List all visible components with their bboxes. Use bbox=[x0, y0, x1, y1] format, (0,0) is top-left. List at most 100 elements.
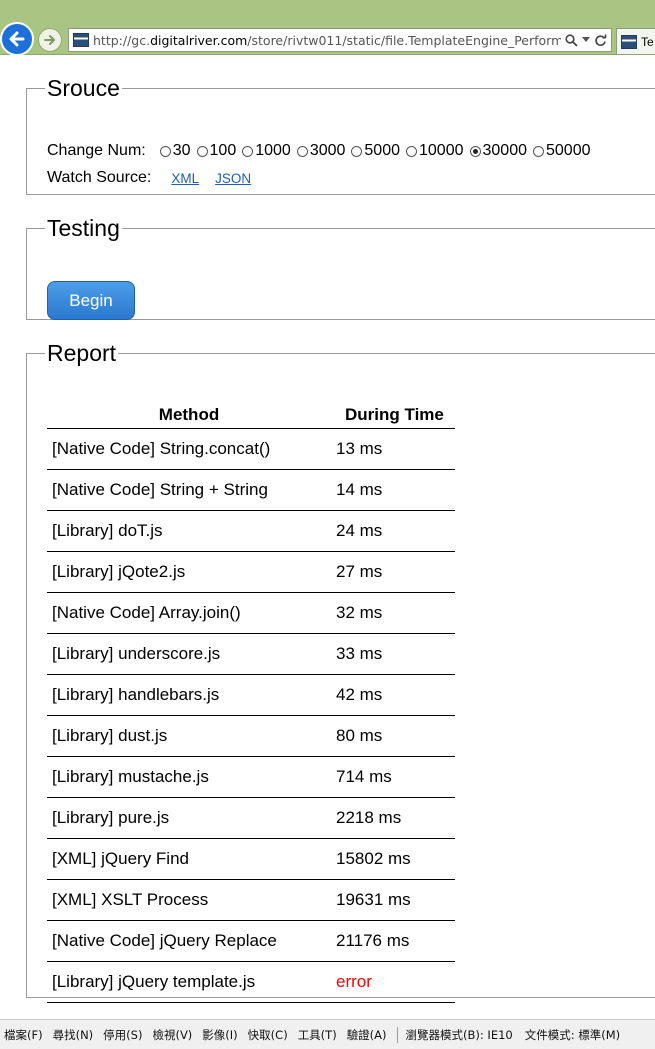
menu-item[interactable]: 影像(I) bbox=[202, 1027, 237, 1043]
method-cell: [XML] jQuery Find bbox=[47, 838, 331, 880]
radio-unchecked-icon[interactable] bbox=[296, 145, 308, 157]
method-cell: [Native Code] jQuery Replace bbox=[47, 920, 331, 962]
report-fieldset: Report Method During Time [Native Code] … bbox=[26, 340, 655, 1003]
report-row: [Native Code] Array.join() 32 ms bbox=[47, 592, 455, 634]
time-cell: 15802 ms bbox=[331, 838, 455, 880]
radio-unchecked-icon[interactable] bbox=[351, 145, 363, 157]
source-fieldset: Srouce Change Num: 30 100 1000 3000 5000 1000… bbox=[26, 75, 655, 195]
menu-item[interactable]: 檔案(F) bbox=[4, 1027, 43, 1043]
time-cell: 2218 ms bbox=[331, 797, 455, 839]
radio-checked-icon[interactable] bbox=[469, 145, 481, 157]
change-num-row: Change Num: 30 100 1000 3000 5000 10000 30000 5… bbox=[47, 142, 597, 160]
report-row: [Library] mustache.js 714 ms bbox=[47, 756, 455, 798]
radio-unchecked-icon[interactable] bbox=[159, 145, 171, 157]
report-row: [XML] XSLT Process 19631 ms bbox=[47, 879, 455, 921]
radio-unchecked-icon[interactable] bbox=[196, 145, 208, 157]
time-cell: 13 ms bbox=[331, 428, 455, 470]
menu-status-item[interactable]: 文件模式: 標準(M) bbox=[525, 1027, 620, 1043]
method-cell: [Native Code] String.concat() bbox=[47, 428, 331, 470]
testing-fieldset: Testing Begin bbox=[26, 215, 655, 320]
address-bar[interactable]: http://gc.digitalriver.com/store/rivtw01… bbox=[68, 28, 612, 52]
address-tools bbox=[561, 33, 611, 47]
time-cell: 33 ms bbox=[331, 633, 455, 675]
change-num-option[interactable]: 50000 bbox=[533, 142, 591, 160]
menu-divider bbox=[396, 1026, 398, 1043]
time-cell: 21176 ms bbox=[331, 920, 455, 962]
change-num-option[interactable]: 5000 bbox=[351, 142, 400, 160]
change-num-option[interactable]: 100 bbox=[196, 142, 237, 160]
menu-item[interactable]: 停用(S) bbox=[103, 1027, 142, 1043]
method-cell: [Library] pure.js bbox=[47, 797, 331, 839]
during-time-header: During Time bbox=[331, 402, 455, 429]
change-num-option-label: 50000 bbox=[546, 142, 591, 159]
refresh-icon[interactable] bbox=[594, 34, 607, 47]
radio-unchecked-icon[interactable] bbox=[242, 145, 254, 157]
xml-link[interactable]: XML bbox=[171, 171, 199, 186]
method-cell: [XML] XSLT Process bbox=[47, 879, 331, 921]
arrow-right-icon bbox=[44, 35, 55, 45]
tab-label: Te bbox=[641, 34, 654, 49]
tab-favicon-icon bbox=[621, 34, 637, 49]
method-cell: [Library] dust.js bbox=[47, 715, 331, 757]
time-cell: 42 ms bbox=[331, 674, 455, 716]
report-row: [Library] handlebars.js 42 ms bbox=[47, 674, 455, 716]
method-cell: [Library] underscore.js bbox=[47, 633, 331, 675]
site-favicon-icon bbox=[73, 33, 89, 47]
menu-item[interactable]: 檢視(V) bbox=[152, 1027, 192, 1043]
menu-item[interactable]: 尋找(N) bbox=[53, 1027, 94, 1043]
change-num-option[interactable]: 30000 bbox=[469, 142, 528, 160]
url-text[interactable]: http://gc.digitalriver.com/store/rivtw01… bbox=[93, 33, 561, 48]
time-cell: 14 ms bbox=[331, 469, 455, 511]
change-num-option[interactable]: 1000 bbox=[242, 142, 291, 160]
chevron-down-icon[interactable] bbox=[582, 37, 590, 43]
time-cell: error bbox=[331, 961, 455, 1003]
method-cell: [Native Code] Array.join() bbox=[47, 592, 331, 634]
watch-source-label: Watch Source: bbox=[47, 169, 152, 186]
time-cell: 27 ms bbox=[331, 551, 455, 593]
change-num-option-label: 30000 bbox=[482, 142, 528, 159]
method-cell: [Library] doT.js bbox=[47, 510, 331, 552]
source-legend: Srouce bbox=[47, 75, 120, 101]
time-cell: 80 ms bbox=[331, 715, 455, 757]
search-icon[interactable] bbox=[565, 33, 578, 47]
forward-button[interactable] bbox=[38, 28, 62, 52]
method-cell: [Library] mustache.js bbox=[47, 756, 331, 798]
report-row: [Library] doT.js 24 ms bbox=[47, 510, 455, 552]
report-row: [Library] pure.js 2218 ms bbox=[47, 797, 455, 839]
report-row: [Library] jQote2.js 27 ms bbox=[47, 551, 455, 593]
back-button[interactable] bbox=[0, 22, 34, 56]
testing-legend: Testing bbox=[47, 215, 120, 241]
report-row: [Native Code] jQuery Replace 21176 ms bbox=[47, 920, 455, 962]
change-num-option[interactable]: 10000 bbox=[406, 142, 464, 160]
change-num-option-label: 3000 bbox=[309, 142, 346, 159]
report-legend: Report bbox=[47, 340, 117, 366]
begin-button[interactable]: Begin bbox=[47, 281, 135, 320]
change-num-option-label: 5000 bbox=[364, 142, 400, 159]
report-header-row: Method During Time bbox=[47, 402, 455, 429]
time-cell: 32 ms bbox=[331, 592, 455, 634]
change-num-option-label: 1000 bbox=[255, 142, 291, 159]
method-header: Method bbox=[47, 402, 331, 429]
report-table: Method During Time [Native Code] String.… bbox=[47, 402, 455, 1003]
radio-unchecked-icon[interactable] bbox=[533, 145, 544, 157]
browser-tab[interactable]: Te bbox=[616, 28, 655, 54]
radio-unchecked-icon[interactable] bbox=[406, 145, 417, 157]
browser-toolbar: http://gc.digitalriver.com/store/rivtw01… bbox=[0, 0, 655, 56]
report-row: [Library] underscore.js 33 ms bbox=[47, 633, 455, 675]
report-row: [Native Code] String + String 14 ms bbox=[47, 469, 455, 511]
menu-item[interactable]: 驗證(A) bbox=[347, 1027, 387, 1043]
change-num-label: Change Num: bbox=[47, 142, 146, 159]
change-num-option[interactable]: 3000 bbox=[296, 142, 346, 160]
json-link[interactable]: JSON bbox=[215, 171, 251, 186]
menu-bar: 檔案(F) 尋找(N) 停用(S) 檢視(V) 影像(I) 快取(C) 工具(T) 驗證(A)… bbox=[0, 1019, 655, 1049]
change-num-option-label: 100 bbox=[209, 142, 237, 159]
menu-status-item[interactable]: 瀏覽器模式(B): IE10 bbox=[406, 1027, 513, 1043]
menu-item[interactable]: 工具(T) bbox=[298, 1027, 337, 1043]
method-cell: [Library] handlebars.js bbox=[47, 674, 331, 716]
report-row: [Library] dust.js 80 ms bbox=[47, 715, 455, 757]
change-num-option-label: 30 bbox=[172, 142, 191, 159]
report-row: [XML] jQuery Find 15802 ms bbox=[47, 838, 455, 880]
menu-item[interactable]: 快取(C) bbox=[248, 1027, 288, 1043]
time-cell: 19631 ms bbox=[331, 879, 455, 921]
change-num-option[interactable]: 30 bbox=[159, 142, 191, 160]
